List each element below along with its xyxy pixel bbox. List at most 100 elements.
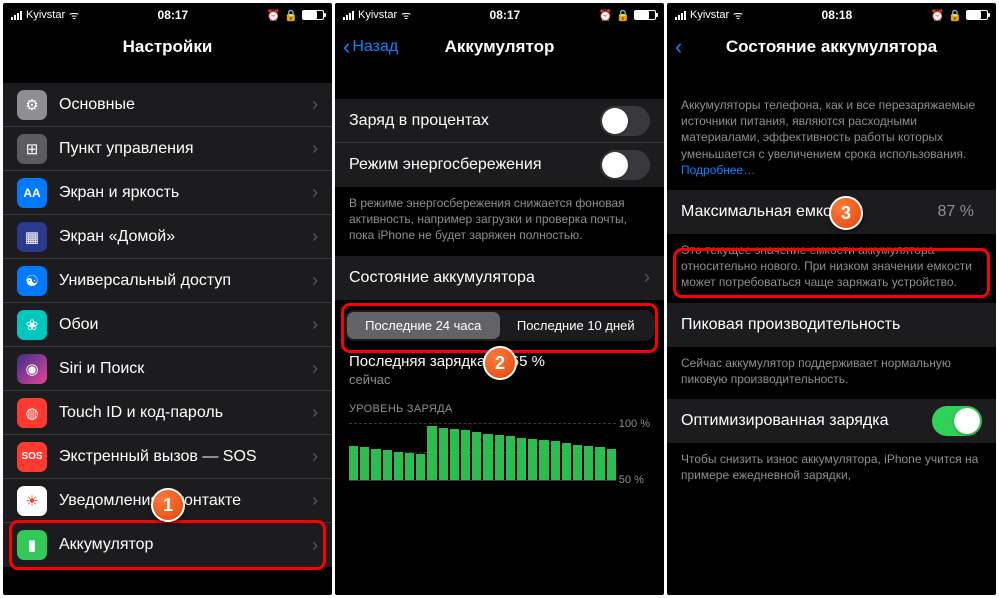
chevron-right-icon: › bbox=[312, 358, 318, 379]
gear-icon: ⚙ bbox=[17, 90, 47, 120]
siri-icon: ◉ bbox=[17, 354, 47, 384]
switches-icon: ⊞ bbox=[17, 134, 47, 164]
clock-label: 08:17 bbox=[158, 8, 189, 22]
toggle-switch[interactable] bbox=[932, 406, 982, 436]
carrier-label: Kyivstar bbox=[26, 9, 65, 21]
aa-icon: AA bbox=[17, 178, 47, 208]
nav-bar: ‹ Состояние аккумулятора bbox=[667, 25, 996, 69]
row-battery-health[interactable]: Состояние аккумулятора › bbox=[335, 256, 664, 300]
status-bar: Kyivstar ᯤ 08:18 ⏰ 🔒 bbox=[667, 3, 996, 25]
back-button[interactable]: ‹ Назад bbox=[343, 36, 398, 58]
alarm-icon: ⏰ bbox=[931, 9, 945, 22]
settings-row-home-screen[interactable]: ▦ Экран «Домой» › bbox=[3, 215, 332, 259]
nav-bar: ‹ Назад Аккумулятор bbox=[335, 25, 664, 69]
signal-icon bbox=[11, 11, 22, 20]
row-label: Touch ID и код-пароль bbox=[59, 404, 312, 422]
settings-row-touch-id[interactable]: ◍ Touch ID и код-пароль › bbox=[3, 391, 332, 435]
alarm-icon: ⏰ bbox=[599, 9, 613, 22]
ylabel-100: 100 % bbox=[619, 418, 650, 430]
page-title: Настройки bbox=[123, 37, 213, 57]
chevron-right-icon: › bbox=[312, 490, 318, 511]
toggle-switch[interactable] bbox=[600, 106, 650, 136]
row-label: Обои bbox=[59, 316, 312, 334]
row-label: Заряд в процентах bbox=[349, 112, 600, 130]
row-label: Универсальный доступ bbox=[59, 272, 312, 290]
last-charge-sub: сейчас bbox=[349, 372, 650, 387]
capacity-note: Это текущее значение емкости аккумулятор… bbox=[667, 234, 996, 303]
settings-row-general[interactable]: ⚙ Основные › bbox=[3, 83, 332, 127]
page-title: Аккумулятор bbox=[445, 37, 555, 57]
chevron-left-icon: ‹ bbox=[675, 36, 682, 58]
chevron-right-icon: › bbox=[312, 446, 318, 467]
chevron-right-icon: › bbox=[312, 314, 318, 335]
seg-24h[interactable]: Последние 24 часа bbox=[347, 312, 500, 339]
row-max-capacity[interactable]: Максимальная емкость 87 % bbox=[667, 190, 996, 234]
wifi-icon: ᯤ bbox=[401, 8, 411, 23]
row-label: Состояние аккумулятора bbox=[349, 269, 644, 287]
nav-bar: Настройки bbox=[3, 25, 332, 69]
chevron-right-icon: › bbox=[312, 535, 318, 556]
signal-icon bbox=[675, 11, 686, 20]
toggle-switch[interactable] bbox=[600, 150, 650, 180]
row-label: Пиковая производительность bbox=[681, 316, 982, 334]
chevron-right-icon: › bbox=[312, 138, 318, 159]
row-label: Уведомления о контакте bbox=[59, 492, 312, 510]
exposure-icon: ☀ bbox=[17, 486, 47, 516]
row-label: Экстренный вызов — SOS bbox=[59, 448, 312, 466]
grid-icon: ▦ bbox=[17, 222, 47, 252]
settings-row-control-center[interactable]: ⊞ Пункт управления › bbox=[3, 127, 332, 171]
chevron-right-icon: › bbox=[312, 182, 318, 203]
row-label: Экран «Домой» bbox=[59, 228, 312, 246]
page-title: Состояние аккумулятора bbox=[726, 37, 937, 57]
capacity-value: 87 % bbox=[938, 203, 974, 221]
flower-icon: ❀ bbox=[17, 310, 47, 340]
sos-icon: SOS bbox=[17, 442, 47, 472]
battery-icon bbox=[634, 10, 656, 20]
back-button[interactable]: ‹ bbox=[675, 36, 682, 58]
lock-icon: 🔒 bbox=[616, 9, 630, 22]
row-label: Аккумулятор bbox=[59, 536, 312, 554]
battery-screen: Kyivstar ᯤ 08:17 ⏰ 🔒 ‹ Назад Аккумулятор… bbox=[335, 3, 664, 595]
battery-icon: ▮ bbox=[17, 530, 47, 560]
signal-icon bbox=[343, 11, 354, 20]
settings-row-sos[interactable]: SOS Экстренный вызов — SOS › bbox=[3, 435, 332, 479]
row-label: Siri и Поиск bbox=[59, 360, 312, 378]
row-label: Оптимизированная зарядка bbox=[681, 412, 932, 430]
row-label: Режим энергосбережения bbox=[349, 156, 600, 174]
settings-row-accessibility[interactable]: ☯ Универсальный доступ › bbox=[3, 259, 332, 303]
accessibility-icon: ☯ bbox=[17, 266, 47, 296]
peak-note: Сейчас аккумулятор поддерживает нормальн… bbox=[667, 347, 996, 399]
clock-label: 08:18 bbox=[822, 8, 853, 22]
settings-row-siri[interactable]: ◉ Siri и Поиск › bbox=[3, 347, 332, 391]
battery-chart: 100 % 50 % bbox=[349, 423, 616, 481]
row-peak-performance[interactable]: Пиковая производительность bbox=[667, 303, 996, 347]
settings-screen: Kyivstar ᯤ 08:17 ⏰ 🔒 Настройки ⚙ Основны… bbox=[3, 3, 332, 595]
settings-row-display[interactable]: AA Экран и яркость › bbox=[3, 171, 332, 215]
toggle-row-low-power[interactable]: Режим энергосбережения bbox=[335, 143, 664, 187]
status-bar: Kyivstar ᯤ 08:17 ⏰ 🔒 bbox=[3, 3, 332, 25]
wifi-icon: ᯤ bbox=[733, 8, 743, 23]
footer-note: В режиме энергосбережения снижается фоно… bbox=[335, 187, 664, 256]
learn-more-link[interactable]: Подробнее… bbox=[681, 163, 755, 177]
chevron-right-icon: › bbox=[312, 94, 318, 115]
row-optimized-charging[interactable]: Оптимизированная зарядка bbox=[667, 399, 996, 443]
toggle-row-percentage[interactable]: Заряд в процентах bbox=[335, 99, 664, 143]
status-bar: Kyivstar ᯤ 08:17 ⏰ 🔒 bbox=[335, 3, 664, 25]
clock-label: 08:17 bbox=[490, 8, 521, 22]
lock-icon: 🔒 bbox=[948, 9, 962, 22]
battery-icon bbox=[966, 10, 988, 20]
settings-row-battery[interactable]: ▮ Аккумулятор › bbox=[3, 523, 332, 567]
lock-icon: 🔒 bbox=[284, 9, 298, 22]
settings-row-exposure[interactable]: ☀ Уведомления о контакте › bbox=[3, 479, 332, 523]
seg-10d[interactable]: Последние 10 дней bbox=[500, 312, 653, 339]
last-charge-title: Последняя зарядка до 65 % bbox=[349, 353, 650, 370]
chevron-right-icon: › bbox=[312, 270, 318, 291]
chevron-right-icon: › bbox=[312, 402, 318, 423]
row-label: Основные bbox=[59, 96, 312, 114]
carrier-label: Kyivstar bbox=[358, 9, 397, 21]
segmented-control[interactable]: Последние 24 часа Последние 10 дней bbox=[345, 310, 654, 341]
back-label: Назад bbox=[352, 38, 398, 56]
settings-row-wallpaper[interactable]: ❀ Обои › bbox=[3, 303, 332, 347]
chevron-left-icon: ‹ bbox=[343, 36, 350, 58]
ylabel-50: 50 % bbox=[619, 474, 650, 486]
